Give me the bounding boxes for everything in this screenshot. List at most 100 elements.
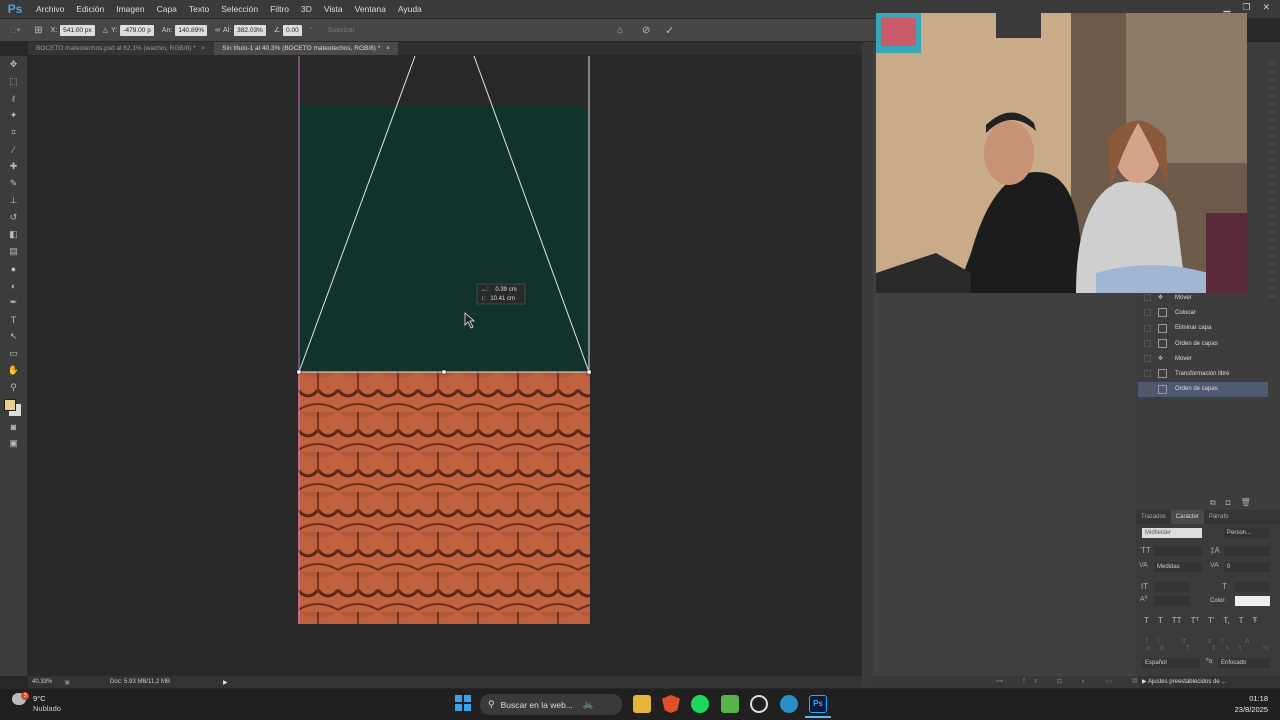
antialias-field[interactable]: Enfocado bbox=[1218, 658, 1270, 668]
path-selection-tool-icon[interactable]: ↖ bbox=[0, 328, 27, 345]
superscript-button[interactable]: T' bbox=[1208, 616, 1214, 625]
menu-seleccion[interactable]: Selección bbox=[215, 4, 264, 14]
menu-filtro[interactable]: Filtro bbox=[264, 4, 295, 14]
tracking-field[interactable]: 0 bbox=[1224, 562, 1270, 572]
menu-archivo[interactable]: Archivo bbox=[30, 4, 70, 14]
transform-handle[interactable] bbox=[586, 369, 592, 375]
brush-tool-icon[interactable]: ✎ bbox=[0, 175, 27, 192]
history-item[interactable]: Orden de capas bbox=[1138, 336, 1268, 351]
shape-tool-icon[interactable]: ▭ bbox=[0, 345, 27, 362]
zoom-level[interactable]: 40.33% bbox=[32, 679, 52, 685]
history-item[interactable]: Eliminar capa bbox=[1138, 321, 1268, 336]
all-caps-button[interactable]: TT bbox=[1172, 616, 1182, 625]
brave-browser-icon[interactable] bbox=[662, 695, 680, 713]
dock-scroll-handles[interactable] bbox=[1268, 62, 1276, 302]
marquee-tool-icon[interactable]: ⬚ bbox=[0, 73, 27, 90]
y-field[interactable]: -479.00 p bbox=[120, 24, 154, 36]
font-size-field[interactable] bbox=[1154, 546, 1202, 556]
canvas-area[interactable]: ↔: 0.39 cm ↕: 10.41 cm bbox=[28, 56, 862, 676]
hand-tool-icon[interactable]: ✋ bbox=[0, 362, 27, 379]
language-field[interactable]: Español bbox=[1142, 658, 1200, 668]
camera-icon[interactable]: ◘ bbox=[1226, 498, 1241, 507]
restore-icon[interactable]: ❐ bbox=[1242, 2, 1250, 13]
presets-panel-tab[interactable]: ▶ Ajustes preestablecidos de ... bbox=[1138, 676, 1280, 688]
move-tool-icon[interactable]: ✥ bbox=[0, 56, 27, 73]
lasso-tool-icon[interactable]: ℓ bbox=[0, 90, 27, 107]
cancel-transform-icon[interactable]: ⊘ bbox=[642, 25, 650, 36]
tab-sin-titulo[interactable]: Sin título-1 al 40.3% (BOCETO mateotecho… bbox=[214, 42, 398, 55]
text-color-swatch[interactable] bbox=[1235, 596, 1270, 606]
close-icon[interactable]: ✕ bbox=[1262, 2, 1270, 13]
history-brush-tool-icon[interactable]: ↺ bbox=[0, 209, 27, 226]
menu-texto[interactable]: Texto bbox=[183, 4, 215, 14]
history-item[interactable]: ✥ Mover bbox=[1138, 351, 1268, 366]
font-family-field[interactable]: Midfielder bbox=[1142, 528, 1202, 538]
menu-capa[interactable]: Capa bbox=[151, 4, 183, 14]
vertical-scale-field[interactable] bbox=[1154, 582, 1190, 592]
menu-vista[interactable]: Vista bbox=[318, 4, 349, 14]
status-icon[interactable]: ▣ bbox=[64, 679, 70, 686]
trash-icon[interactable]: 🗑 bbox=[1241, 498, 1261, 507]
tab-close-icon[interactable]: × bbox=[201, 45, 205, 52]
blur-tool-icon[interactable]: ● bbox=[0, 260, 27, 277]
eyedropper-tool-icon[interactable]: ⁄ bbox=[0, 141, 27, 158]
menu-edicion[interactable]: Edición bbox=[70, 4, 110, 14]
transform-handle[interactable] bbox=[441, 369, 447, 375]
status-arrow-icon[interactable]: ▶ bbox=[223, 679, 228, 686]
small-caps-button[interactable]: Tᵀ bbox=[1191, 616, 1199, 625]
photoshop-taskbar-icon[interactable]: Ps bbox=[809, 695, 827, 713]
type-tool-icon[interactable]: T bbox=[0, 311, 27, 328]
globe-app-icon[interactable] bbox=[780, 695, 798, 713]
screen-mode-icon[interactable]: ▣ bbox=[0, 435, 27, 452]
weather-desc[interactable]: Nublado bbox=[33, 704, 61, 713]
search-box[interactable]: ⚲ Buscar en la web... 🚲 bbox=[480, 694, 622, 715]
commit-transform-icon[interactable]: ✓ bbox=[665, 24, 674, 37]
weather-temp[interactable]: 9°C bbox=[33, 694, 46, 703]
faux-bold-button[interactable]: T bbox=[1144, 616, 1149, 625]
magic-wand-tool-icon[interactable]: ✦ bbox=[0, 107, 27, 124]
tab-close-icon[interactable]: × bbox=[386, 45, 390, 52]
file-explorer-icon[interactable] bbox=[633, 695, 651, 713]
tab-caracter[interactable]: Carácter bbox=[1170, 510, 1204, 524]
gradient-tool-icon[interactable]: ▤ bbox=[0, 243, 27, 260]
quick-mask-icon[interactable]: ◙ bbox=[0, 418, 27, 435]
angle-field[interactable]: 0.00 bbox=[283, 24, 302, 36]
x-field[interactable]: 541.00 px bbox=[60, 24, 95, 36]
leading-field[interactable] bbox=[1224, 546, 1270, 556]
document-canvas[interactable] bbox=[28, 56, 862, 676]
font-style-field[interactable]: Person... bbox=[1224, 528, 1270, 538]
transform-handle[interactable] bbox=[296, 369, 302, 375]
eraser-tool-icon[interactable]: ◧ bbox=[0, 226, 27, 243]
tab-trazados[interactable]: Trazados bbox=[1136, 510, 1171, 524]
warp-icon[interactable]: ⌂ bbox=[617, 25, 623, 36]
new-document-icon[interactable]: ⧉ bbox=[1210, 498, 1226, 507]
history-item[interactable]: Transformación libre bbox=[1138, 366, 1268, 381]
color-swatches[interactable] bbox=[0, 396, 27, 418]
history-item-selected[interactable]: Orden de capas bbox=[1138, 381, 1268, 398]
menu-ayuda[interactable]: Ayuda bbox=[392, 4, 428, 14]
app-icon[interactable] bbox=[750, 695, 768, 713]
dodge-tool-icon[interactable]: ◐ bbox=[0, 277, 27, 294]
strikethrough-button[interactable]: Ŧ bbox=[1252, 616, 1257, 625]
foreground-color-swatch[interactable] bbox=[4, 399, 16, 411]
stamp-tool-icon[interactable]: ⊥ bbox=[0, 192, 27, 209]
windows-start-icon[interactable] bbox=[455, 695, 471, 711]
faux-italic-button[interactable]: T bbox=[1158, 616, 1163, 625]
subscript-button[interactable]: T, bbox=[1223, 616, 1229, 625]
android-app-icon[interactable] bbox=[721, 695, 739, 713]
menu-3d[interactable]: 3D bbox=[295, 4, 318, 14]
tab-boceto[interactable]: BOCETO mateotechos.psd al 62.1% (wachin,… bbox=[28, 42, 214, 55]
menu-imagen[interactable]: Imagen bbox=[110, 4, 150, 14]
tab-parrafo[interactable]: Párrafo bbox=[1204, 510, 1234, 524]
menu-ventana[interactable]: Ventana bbox=[349, 4, 392, 14]
minimize-icon[interactable]: ▁ bbox=[1223, 2, 1230, 13]
transform-tool-icon[interactable]: ⬚▾ bbox=[10, 26, 20, 34]
smooth-label[interactable]: Suavizar bbox=[328, 27, 355, 34]
reference-point-icon[interactable]: ⊞ bbox=[34, 25, 42, 36]
pen-tool-icon[interactable]: ✒ bbox=[0, 294, 27, 311]
panel-divider[interactable] bbox=[862, 42, 873, 688]
kerning-field[interactable]: Medidas bbox=[1154, 562, 1202, 572]
height-field[interactable]: 382.03% bbox=[234, 24, 266, 36]
opentype-buttons[interactable]: fi σ st A ad T 1st ½ bbox=[1146, 638, 1280, 652]
horizontal-scale-field[interactable] bbox=[1234, 582, 1270, 592]
